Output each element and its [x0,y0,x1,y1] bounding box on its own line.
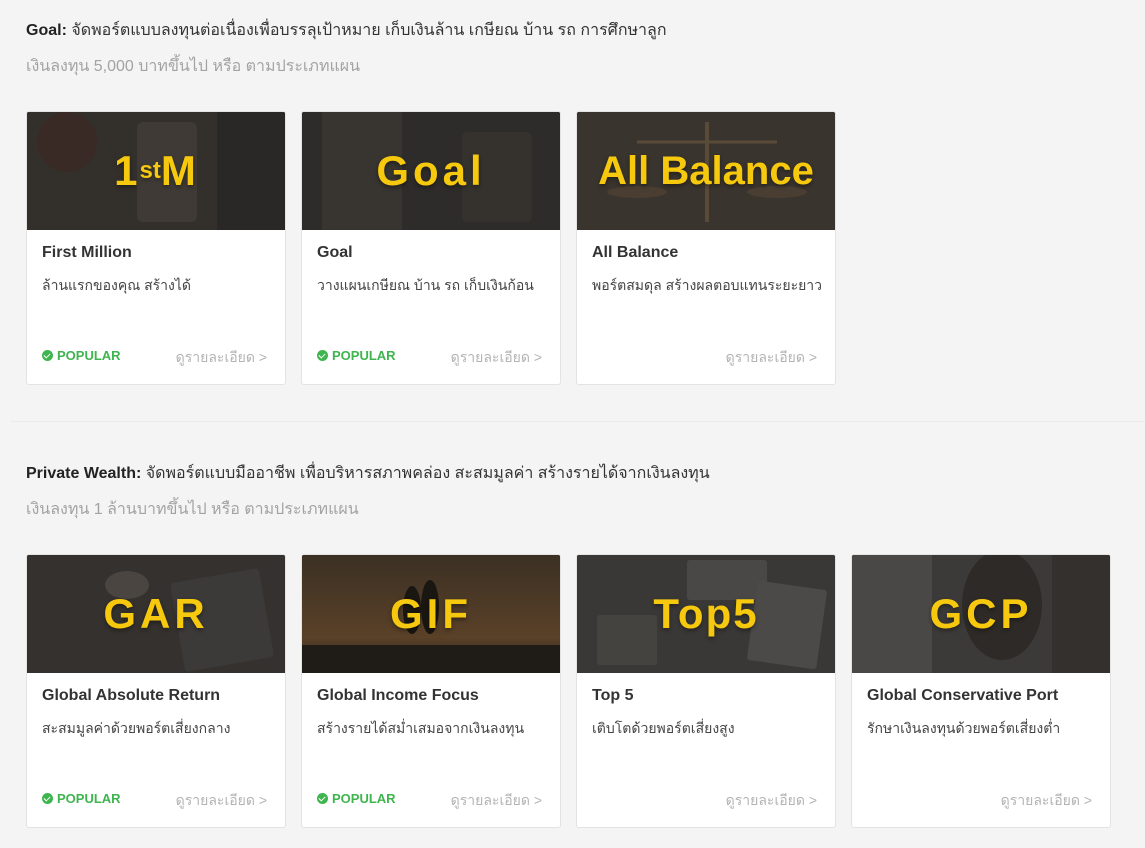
view-details-link[interactable]: ดูรายละเอียด > [1001,790,1092,812]
popular-badge: POPULAR [317,791,396,806]
card-banner: GCP [852,555,1110,673]
card-code: Goal [376,147,486,194]
view-details-link[interactable]: ดูรายละเอียด > [451,790,542,812]
card-banner: GAR [27,555,285,673]
check-circle-icon [317,350,328,361]
card-code: GAR [103,590,209,637]
card-desc: เติบโตด้วยพอร์ตเสี่ยงสูง [592,720,735,736]
card-code: All Balance [598,148,814,193]
card-first-million[interactable]: 1st M First Million ล้านแรกของคุณ สร้างได… [26,111,286,385]
wealth-headline: Private Wealth: จัดพอร์ตแบบมืออาชีพ เพื่… [26,465,710,482]
card-banner: Goal [302,112,560,230]
card-desc: พอร์ตสมดุล สร้างผลตอบแทนระยะยาว [592,277,823,293]
card-code: GCP [929,590,1033,637]
card-banner: Top5 [577,555,835,673]
card-gar[interactable]: GAR Global Absolute Return สะสมมูลค่าด้ว… [26,554,286,828]
popular-badge: POPULAR [42,791,121,806]
check-circle-icon [42,793,53,804]
card-banner: GIF [302,555,560,673]
wealth-subline: เงินลงทุน 1 ล้านบาทขึ้นไป หรือ ตามประเภท… [26,501,359,518]
goal-headline: Goal: จัดพอร์ตแบบลงทุนต่อเนื่องเพื่อบรรล… [26,22,667,39]
card-code: GIF [390,590,472,637]
card-title: Global Income Focus [317,687,479,704]
card-goal[interactable]: Goal Goal วางแผนเกษียณ บ้าน รถ เก็บเงินก… [301,111,561,385]
card-gif[interactable]: GIF Global Income Focus สร้างรายได้สม่ำเ… [301,554,561,828]
popular-badge: POPULAR [317,348,396,363]
view-details-link[interactable]: ดูรายละเอียด > [451,347,542,369]
card-desc: สร้างรายได้สม่ำเสมอจากเงินลงทุน [317,720,525,736]
card-desc: ล้านแรกของคุณ สร้างได้ [42,277,191,293]
card-banner: 1st M [27,112,285,230]
view-details-link[interactable]: ดูรายละเอียด > [726,347,817,369]
goal-section: Goal: จัดพอร์ตแบบลงทุนต่อเนื่องเพื่อบรรล… [0,0,1145,421]
card-title: Goal [317,244,353,261]
card-all-balance[interactable]: All Balance All Balance พอร์ตสมดุล สร้าง… [576,111,836,385]
card-desc: สะสมมูลค่าด้วยพอร์ตเสี่ยงกลาง [42,720,231,736]
popular-badge: POPULAR [42,348,121,363]
check-circle-icon [42,350,53,361]
card-title: Global Absolute Return [42,687,221,704]
card-code: Top5 [653,590,759,637]
card-gcp[interactable]: GCP Global Conservative Port รักษาเงินลง… [851,554,1111,828]
private-wealth-section: Private Wealth: จัดพอร์ตแบบมืออาชีพ เพื่… [0,422,1145,848]
card-desc: รักษาเงินลงทุนด้วยพอร์ตเสี่ยงต่ำ [867,720,1061,736]
card-desc: วางแผนเกษียณ บ้าน รถ เก็บเงินก้อน [317,277,534,293]
card-title: All Balance [592,244,679,261]
card-title: Top 5 [592,687,634,704]
goal-subline: เงินลงทุน 5,000 บาทขึ้นไป หรือ ตามประเภท… [26,58,361,75]
card-banner: All Balance [577,112,835,230]
card-code: 1st M [114,147,198,194]
card-title: Global Conservative Port [867,687,1059,704]
card-top5[interactable]: Top5 Top 5 เติบโตด้วยพอร์ตเสี่ยงสูง ดูรา… [576,554,836,828]
view-details-link[interactable]: ดูรายละเอียด > [726,790,817,812]
view-details-link[interactable]: ดูรายละเอียด > [176,790,267,812]
check-circle-icon [317,793,328,804]
card-title: First Million [42,244,132,261]
view-details-link[interactable]: ดูรายละเอียด > [176,347,267,369]
